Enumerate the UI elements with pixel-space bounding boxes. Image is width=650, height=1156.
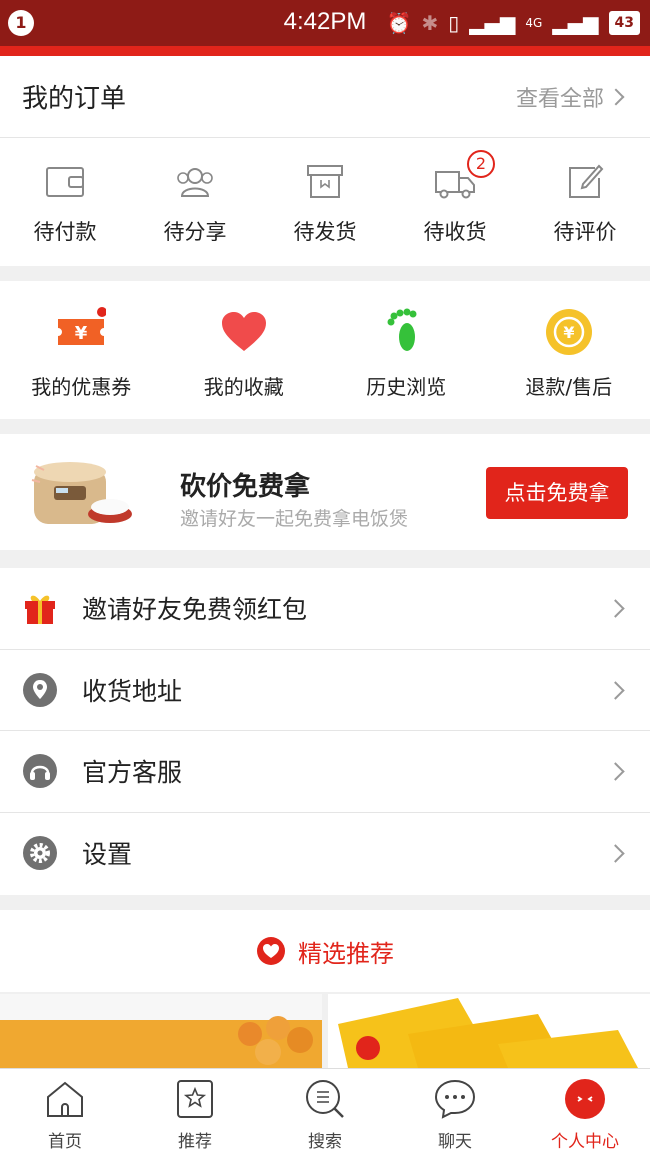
view-all-label: 查看全部: [515, 86, 604, 112]
svg-text:¥: ¥: [75, 323, 88, 344]
order-status-label: 待分享: [163, 220, 227, 244]
quick-link-label: 历史浏览: [366, 375, 447, 399]
quick-link-label: 退款/售后: [525, 375, 613, 399]
order-pending-shipment[interactable]: 待发货: [260, 138, 390, 266]
headset-icon: [23, 754, 57, 789]
order-status-label: 待发货: [293, 220, 357, 244]
chevron-right-icon: [606, 599, 625, 618]
users-icon: [173, 160, 217, 204]
invite-friends-item[interactable]: 邀请好友免费领红包: [0, 568, 650, 650]
tab-chat[interactable]: 聊天: [390, 1069, 520, 1156]
promo-subtitle: 邀请好友一起免费拿电饭煲: [180, 508, 409, 530]
bottom-tab-bar: 首页 推荐 搜索 聊天 个人中心: [0, 1068, 650, 1156]
order-pending-review[interactable]: 待评价: [520, 138, 650, 266]
location-icon: [23, 672, 57, 707]
order-status-label: 待收货: [423, 220, 487, 244]
heart-icon: [219, 307, 269, 357]
chevron-right-icon: [607, 88, 625, 105]
chevron-right-icon: [606, 843, 625, 863]
bargain-promo-banner[interactable]: 砍价免费拿 邀请好友一起免费拿电饭煲 点击免费拿: [0, 434, 650, 550]
footprint-icon: [381, 307, 431, 357]
truck-icon: 2: [433, 150, 495, 204]
network-type: 4G: [525, 16, 543, 30]
recommend-title: 精选推荐: [298, 939, 394, 968]
rice-cooker-image: [31, 462, 132, 524]
gear-icon: [23, 836, 57, 871]
signal-icon: ▂▄▆: [552, 11, 599, 35]
star-icon: [177, 1080, 213, 1118]
status-icons: ⏰ ✱ ▯ ▂▄▆ 4G ▂▄▆ 43: [387, 8, 640, 38]
quick-link-label: 我的收藏: [203, 375, 284, 399]
menu-item-label: 收货地址: [82, 676, 183, 706]
chevron-right-icon: [606, 762, 625, 781]
tab-profile[interactable]: 个人中心: [520, 1069, 650, 1156]
package-icon: [303, 160, 347, 204]
product-image: [328, 994, 650, 1068]
status-bar: 1 4:42PM ⏰ ✱ ▯ ▂▄▆ 4G ▂▄▆ 43: [0, 0, 650, 46]
orders-title: 我的订单: [22, 84, 127, 114]
menu-item-label: 设置: [82, 840, 133, 870]
product-card[interactable]: [328, 994, 650, 1068]
orders-header: 我的订单 查看全部: [0, 56, 650, 138]
product-image: [0, 994, 322, 1068]
customer-service-item[interactable]: 官方客服: [0, 731, 650, 813]
menu-item-label: 官方客服: [82, 758, 183, 788]
order-pending-payment[interactable]: 待付款: [0, 138, 130, 266]
vibrate-icon: ▯: [448, 11, 460, 35]
recommend-header: 精选推荐: [0, 910, 650, 992]
tab-label: 首页: [48, 1132, 82, 1152]
order-status-label: 待付款: [33, 220, 97, 244]
gift-icon: [25, 595, 55, 625]
refund-icon: ¥: [544, 307, 594, 357]
my-coupons-link[interactable]: ¥ 我的优惠券: [0, 281, 163, 419]
search-icon: [306, 1080, 344, 1118]
tab-label: 聊天: [438, 1132, 472, 1152]
settings-menu: 邀请好友免费领红包 收货地址 官方客服 设置: [0, 568, 650, 895]
edit-icon: [563, 160, 607, 204]
get-free-button[interactable]: 点击免费拿: [486, 467, 628, 519]
unread-badge: 2: [467, 150, 495, 178]
bluetooth-icon: ✱: [421, 11, 439, 35]
order-pending-share[interactable]: 待分享: [130, 138, 260, 266]
home-icon: [47, 1081, 83, 1117]
svg-text:¥: ¥: [563, 323, 574, 342]
signal-icon: ▂▄▆: [469, 11, 516, 35]
heart-badge-icon: [257, 937, 285, 965]
orders-card: 我的订单 查看全部 待付款 待分享 待发货 2 待收货 待评价: [0, 56, 650, 266]
chat-icon: [434, 1079, 476, 1119]
coupon-icon: ¥: [56, 307, 108, 357]
quick-link-label: 我的优惠券: [31, 375, 132, 399]
order-status-row: 待付款 待分享 待发货 2 待收货 待评价: [0, 138, 650, 266]
header-accent-bar: [0, 46, 650, 56]
settings-item[interactable]: 设置: [0, 813, 650, 895]
tab-home[interactable]: 首页: [0, 1069, 130, 1156]
order-pending-receipt[interactable]: 2 待收货: [390, 138, 520, 266]
battery-icon: 43: [608, 11, 640, 35]
my-favorites-link[interactable]: 我的收藏: [163, 281, 326, 419]
promo-title: 砍价免费拿: [180, 472, 311, 502]
view-all-orders-link[interactable]: 查看全部: [516, 81, 628, 113]
tab-label: 搜索: [308, 1132, 342, 1152]
tab-label: 推荐: [178, 1132, 212, 1152]
menu-item-label: 邀请好友免费领红包: [82, 595, 308, 625]
wallet-icon: [43, 160, 87, 204]
shipping-address-item[interactable]: 收货地址: [0, 650, 650, 731]
tab-recommend[interactable]: 推荐: [130, 1069, 260, 1156]
profile-icon: [565, 1079, 605, 1119]
alarm-icon: ⏰: [386, 11, 412, 35]
recommend-section: 精选推荐: [0, 910, 650, 1068]
product-grid: [0, 992, 650, 1068]
order-status-label: 待评价: [553, 220, 617, 244]
quick-links: ¥ 我的优惠券 我的收藏 历史浏览 ¥ 退款/售后: [0, 281, 650, 419]
chevron-right-icon: [606, 680, 625, 700]
tab-label: 个人中心: [551, 1132, 619, 1152]
product-card[interactable]: [0, 994, 322, 1068]
tab-search[interactable]: 搜索: [260, 1069, 390, 1156]
refund-aftersales-link[interactable]: ¥ 退款/售后: [488, 281, 650, 419]
history-link[interactable]: 历史浏览: [325, 281, 488, 419]
